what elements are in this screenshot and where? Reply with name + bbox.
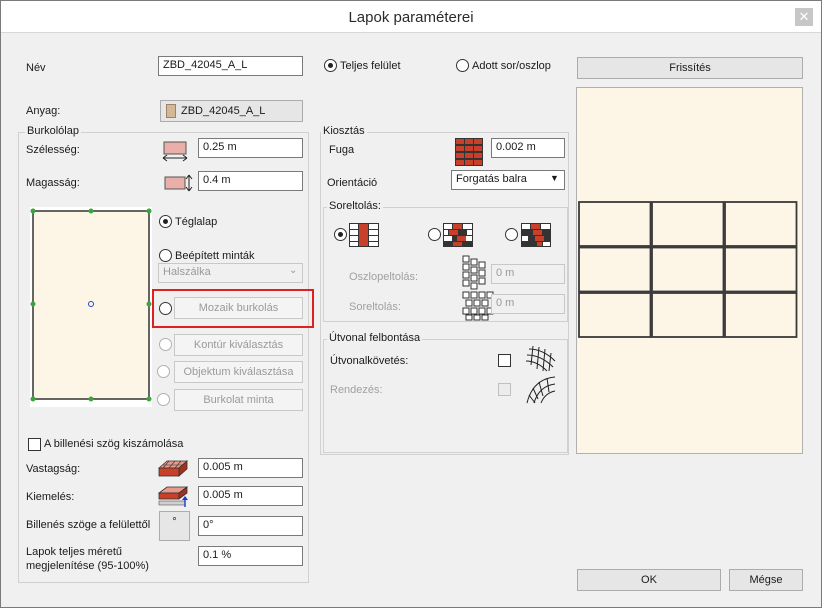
path-group-title: Útvonal felbontása — [327, 332, 423, 344]
name-label: Név — [26, 62, 46, 74]
tile-width-icon — [162, 141, 188, 162]
full-size-label-line1: Lapok teljes méretű — [26, 546, 122, 558]
material-button[interactable]: ZBD_42045_A_L — [160, 100, 303, 122]
width-label: Szélesség: — [26, 144, 80, 156]
row-offset-label: Soreltolás: — [349, 301, 401, 313]
raise-label: Kiemelés: — [26, 491, 75, 503]
tilt-angle-checkbox-label: A billenési szög kiszámolása — [44, 438, 184, 450]
builtin-pattern-select[interactable]: Halszálka ⌄ — [158, 263, 303, 283]
window-title: Lapok paraméterei — [348, 9, 474, 26]
tilt-angle-checkbox[interactable] — [28, 438, 41, 451]
orientation-label: Orientáció — [327, 177, 378, 189]
row-column-radio[interactable] — [456, 59, 469, 72]
radio-selected-dot — [338, 232, 343, 237]
column-offset-icon — [462, 255, 486, 290]
joint-input[interactable]: 0.002 m — [491, 138, 565, 158]
builtin-pattern-radio[interactable] — [159, 249, 172, 262]
arrange-checkbox[interactable] — [498, 383, 511, 396]
ok-button[interactable]: OK — [577, 569, 721, 591]
refresh-button[interactable]: Frissítés — [577, 57, 803, 79]
offset-none-radio[interactable] — [334, 228, 347, 241]
brick-grid-icon — [455, 138, 483, 166]
thickness-input[interactable]: 0.005 m — [198, 458, 303, 478]
row-offset-input[interactable]: 0 m — [491, 294, 565, 314]
row-column-label: Adott sor/oszlop — [472, 60, 551, 72]
full-size-input[interactable]: 0.1 % — [198, 546, 303, 566]
offset-custom-radio[interactable] — [505, 228, 518, 241]
mosaic-radio[interactable] — [159, 302, 172, 315]
material-swatch-icon — [166, 104, 176, 118]
tile-height-icon — [164, 174, 193, 192]
thickness-label: Vastagság: — [26, 463, 81, 475]
raise-input[interactable]: 0.005 m — [198, 486, 303, 506]
path-follow-checkbox[interactable] — [498, 354, 511, 367]
tilt-angle-label: Billenés szöge a felülettől — [26, 519, 151, 531]
object-select-button[interactable]: Objektum kiválasztása — [174, 361, 303, 383]
column-offset-label: Oszlopeltolás: — [349, 271, 419, 283]
column-offset-input[interactable]: 0 m — [491, 264, 565, 284]
tile-raise-icon — [157, 486, 189, 507]
builtin-pattern-label: Beépített minták — [175, 250, 255, 262]
tiling-preview-canvas[interactable] — [576, 87, 803, 454]
dialog-window: Lapok paraméterei ✕ Név ZBD_42045_A_L Te… — [0, 0, 822, 608]
offset-half-radio[interactable] — [428, 228, 441, 241]
full-surface-radio[interactable] — [324, 59, 337, 72]
name-input[interactable]: ZBD_42045_A_L — [158, 56, 303, 76]
chevron-down-icon: ⌄ — [289, 265, 298, 276]
orientation-value: Forgatás balra — [456, 173, 527, 185]
close-button[interactable]: ✕ — [795, 8, 813, 26]
object-radio[interactable] — [157, 365, 170, 378]
full-surface-label: Teljes felület — [340, 60, 401, 72]
joint-label: Fuga — [329, 144, 355, 156]
arc-arrange-icon — [526, 376, 556, 404]
chevron-down-icon: ▼ — [550, 173, 559, 183]
full-size-label-line2: megjelenítése (95-100%) — [26, 560, 149, 572]
rectangle-label: Téglalap — [175, 216, 218, 228]
orientation-select[interactable]: Forgatás balra ▼ — [451, 170, 565, 190]
title-bar[interactable]: Lapok paraméterei ✕ — [1, 1, 821, 33]
radio-selected-dot — [163, 219, 168, 224]
path-follow-label: Útvonalkövetés: — [330, 355, 409, 367]
tile-pattern-button[interactable]: Burkolat minta — [174, 389, 303, 411]
rectangle-radio[interactable] — [159, 215, 172, 228]
tilt-angle-input[interactable]: 0° — [198, 516, 303, 536]
grid-follow-icon — [525, 345, 556, 372]
material-label: Anyag: — [26, 105, 61, 117]
pattern-radio[interactable] — [157, 393, 170, 406]
builtin-pattern-value: Halszálka — [163, 266, 211, 278]
contour-radio[interactable] — [159, 338, 172, 351]
tile-group-title: Burkolólap — [25, 125, 81, 137]
cancel-button[interactable]: Mégse — [729, 569, 803, 591]
brick-stagger-icon — [521, 223, 551, 247]
contour-select-button[interactable]: Kontúr kiválasztás — [174, 334, 303, 356]
row-offset-icon — [462, 291, 494, 321]
height-input[interactable]: 0.4 m — [198, 171, 303, 191]
mosaic-button[interactable]: Mozaik burkolás — [174, 297, 303, 319]
tile-thickness-icon — [157, 460, 189, 477]
offset-group-title: Soreltolás: — [327, 200, 383, 212]
layout-group-title: Kiosztás — [321, 125, 367, 137]
radio-selected-dot — [328, 63, 333, 68]
height-label: Magasság: — [26, 177, 80, 189]
brick-stack-icon — [349, 223, 379, 247]
arrange-label: Rendezés: — [330, 384, 383, 396]
width-input[interactable]: 0.25 m — [198, 138, 303, 158]
tile-shape-preview[interactable] — [30, 207, 152, 407]
brick-offset-icon — [443, 223, 473, 247]
tilt-angle-button[interactable]: ° — [159, 511, 190, 541]
material-name: ZBD_42045_A_L — [181, 105, 266, 117]
